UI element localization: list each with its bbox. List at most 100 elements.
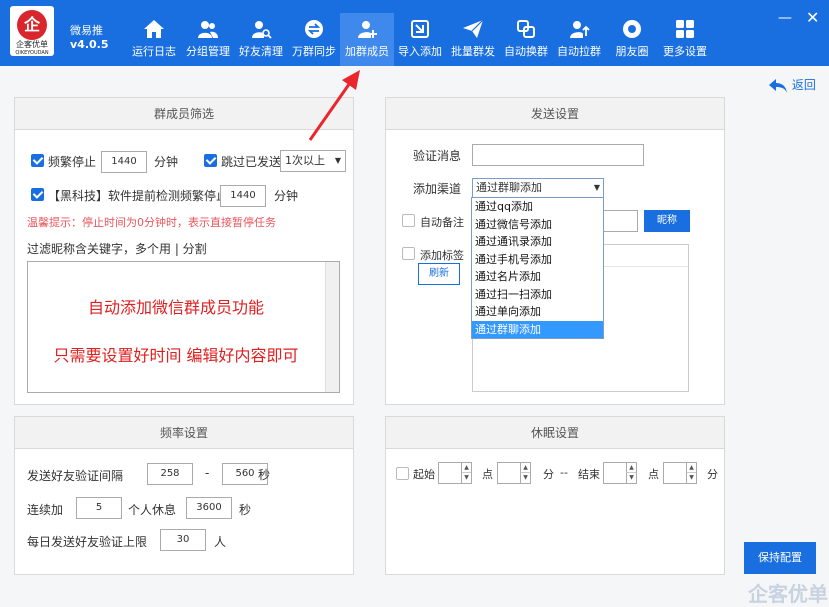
freq-stop-checkbox[interactable] xyxy=(31,154,44,167)
spin-down-icon[interactable]: ▼ xyxy=(686,473,696,483)
scrollbar[interactable] xyxy=(325,262,339,392)
start-minute-spinner[interactable]: ▲ ▼ xyxy=(497,462,531,484)
end-hour-spinner[interactable]: ▲ ▼ xyxy=(603,462,637,484)
channel-option[interactable]: 通过通讯录添加 xyxy=(472,233,603,251)
back-button[interactable]: 返回 xyxy=(768,76,816,94)
channel-option[interactable]: 通过手机号添加 xyxy=(472,251,603,269)
annotation-arrow-icon xyxy=(308,70,360,141)
interval-min-input[interactable]: 258 xyxy=(147,463,193,485)
daily-limit-label: 每日发送好友验证上限 xyxy=(27,535,148,549)
blacktech-label: 【黑科技】软件提前检测频繁停止 xyxy=(48,189,229,203)
close-icon[interactable]: ✕ xyxy=(806,8,819,27)
spin-down-icon[interactable]: ▼ xyxy=(461,473,471,483)
channel-dropdown[interactable]: 通过qq添加 通过微信号添加 通过通讯录添加 通过手机号添加 通过名片添加 通过… xyxy=(471,197,604,339)
nav-moments[interactable]: 朋友圈 xyxy=(605,13,659,66)
keyword-label: 过滤昵称含关键字，多个用 | 分割 xyxy=(27,242,207,256)
freq-stop-label: 频繁停止 xyxy=(48,155,97,169)
minimize-icon[interactable]: — xyxy=(778,10,792,26)
nav-add-group-members[interactable]: 加群成员 xyxy=(340,13,394,66)
channel-option[interactable]: 通过名片添加 xyxy=(472,268,603,286)
spin-up-icon[interactable]: ▲ xyxy=(686,463,696,473)
channel-option[interactable]: 通过单向添加 xyxy=(472,303,603,321)
nav-label: 导入添加 xyxy=(398,45,442,58)
panel-title: 发送设置 xyxy=(386,98,724,130)
chevron-down-icon: ▼ xyxy=(593,183,600,192)
nav-label: 分组管理 xyxy=(186,45,230,58)
spin-down-icon[interactable]: ▼ xyxy=(626,473,636,483)
nav-friend-clean[interactable]: 好友清理 xyxy=(234,13,288,66)
freq-stop-input[interactable]: 1440 xyxy=(101,151,147,173)
auto-note-checkbox[interactable] xyxy=(402,214,415,227)
nav-more-settings[interactable]: 更多设置 xyxy=(658,13,712,66)
sync-icon xyxy=(305,20,323,38)
interval-unit: 秒 xyxy=(258,468,271,482)
minute-label: 分 xyxy=(543,468,554,481)
skip-sent-checkbox[interactable] xyxy=(204,154,217,167)
nav-label: 加群成员 xyxy=(345,45,389,58)
nav-label: 朋友圈 xyxy=(615,45,649,58)
app-logo: 企 企客优单 QIKEYOUDAN xyxy=(10,6,54,56)
panel-title: 休眠设置 xyxy=(386,417,724,449)
nav-group-manage[interactable]: 分组管理 xyxy=(181,13,235,66)
hour-label: 点 xyxy=(482,468,493,481)
panel-title: 频率设置 xyxy=(15,417,353,449)
feature-caption-2: 只需要设置好时间 编辑好内容即可 xyxy=(53,346,299,365)
save-config-button[interactable]: 保持配置 xyxy=(744,542,816,574)
nav-group-sync[interactable]: 万群同步 xyxy=(287,13,341,66)
end-minute-spinner[interactable]: ▲ ▼ xyxy=(663,462,697,484)
channel-option[interactable]: 通过qq添加 xyxy=(472,198,603,216)
channel-option-selected[interactable]: 通过群聊添加 xyxy=(472,320,603,338)
skip-sent-value: 1次以上 xyxy=(285,154,325,167)
import-icon xyxy=(411,20,429,38)
blacktech-checkbox[interactable] xyxy=(31,188,44,201)
channel-option[interactable]: 通过微信号添加 xyxy=(472,216,603,234)
refresh-button[interactable]: 刷新 xyxy=(418,263,460,285)
keyword-textarea[interactable]: 自动添加微信群成员功能 只需要设置好时间 编辑好内容即可 xyxy=(27,261,340,393)
interval-label: 发送好友验证间隔 xyxy=(27,469,124,483)
blacktech-input[interactable]: 1440 xyxy=(220,185,266,207)
nav-auto-switch-group[interactable]: 自动换群 xyxy=(499,13,553,66)
app-name: 微易推 xyxy=(70,24,103,37)
logo-mark: 企 xyxy=(17,10,47,40)
batch-rest-unit: 秒 xyxy=(239,503,252,517)
spin-up-icon[interactable]: ▲ xyxy=(520,463,530,473)
channel-option[interactable]: 通过扫一扫添加 xyxy=(472,286,603,304)
add-tag-checkbox[interactable] xyxy=(402,247,415,260)
batch-rest-input[interactable]: 3600 xyxy=(186,497,232,519)
back-label: 返回 xyxy=(791,78,816,92)
add-user-icon xyxy=(358,21,377,38)
verify-input[interactable] xyxy=(472,144,644,166)
start-hour-spinner[interactable]: ▲ ▼ xyxy=(438,462,472,484)
nav-label: 自动换群 xyxy=(504,45,548,58)
grid-icon xyxy=(676,20,694,38)
channel-select[interactable]: 通过群聊添加 ▼ xyxy=(472,178,604,198)
daily-limit-unit: 人 xyxy=(214,535,227,549)
nav-import-add[interactable]: 导入添加 xyxy=(393,13,447,66)
nav-auto-pull-group[interactable]: 自动拉群 xyxy=(552,13,606,66)
spin-up-icon[interactable]: ▲ xyxy=(626,463,636,473)
nav-run-log[interactable]: 运行日志 xyxy=(127,13,181,66)
spin-up-icon[interactable]: ▲ xyxy=(461,463,471,473)
nickname-button[interactable]: 昵称 xyxy=(644,210,690,232)
logo-text: 企客优单 xyxy=(16,40,48,49)
batch-count-input[interactable]: 5 xyxy=(76,497,122,519)
sleep-checkbox[interactable] xyxy=(396,467,409,480)
send-icon xyxy=(463,19,484,38)
nav-label: 运行日志 xyxy=(132,45,176,58)
skip-sent-select[interactable]: 1次以上 ▼ xyxy=(280,150,346,172)
feature-caption-1: 自动添加微信群成员功能 xyxy=(87,298,264,317)
verify-label: 验证消息 xyxy=(413,149,462,163)
app-version: v4.0.5 xyxy=(70,38,109,51)
panel-title: 群成员筛选 xyxy=(15,98,353,130)
daily-limit-input[interactable]: 30 xyxy=(160,529,206,551)
auto-note-label: 自动备注 xyxy=(420,216,464,229)
batch-rest-label: 个人休息 xyxy=(128,503,177,517)
freq-stop-unit: 分钟 xyxy=(154,155,179,169)
spin-down-icon[interactable]: ▼ xyxy=(520,473,530,483)
auto-note-input[interactable] xyxy=(602,210,638,232)
range-dash: -- xyxy=(560,466,568,479)
channel-label: 添加渠道 xyxy=(413,182,462,196)
sleep-settings-panel: 休眠设置 起始 ▲ ▼ 点 ▲ ▼ 分 -- 结束 ▲ ▼ 点 ▲ ▼ 分 xyxy=(385,416,725,575)
nav-bulk-send[interactable]: 批量群发 xyxy=(446,13,500,66)
interval-dash: - xyxy=(205,466,210,480)
